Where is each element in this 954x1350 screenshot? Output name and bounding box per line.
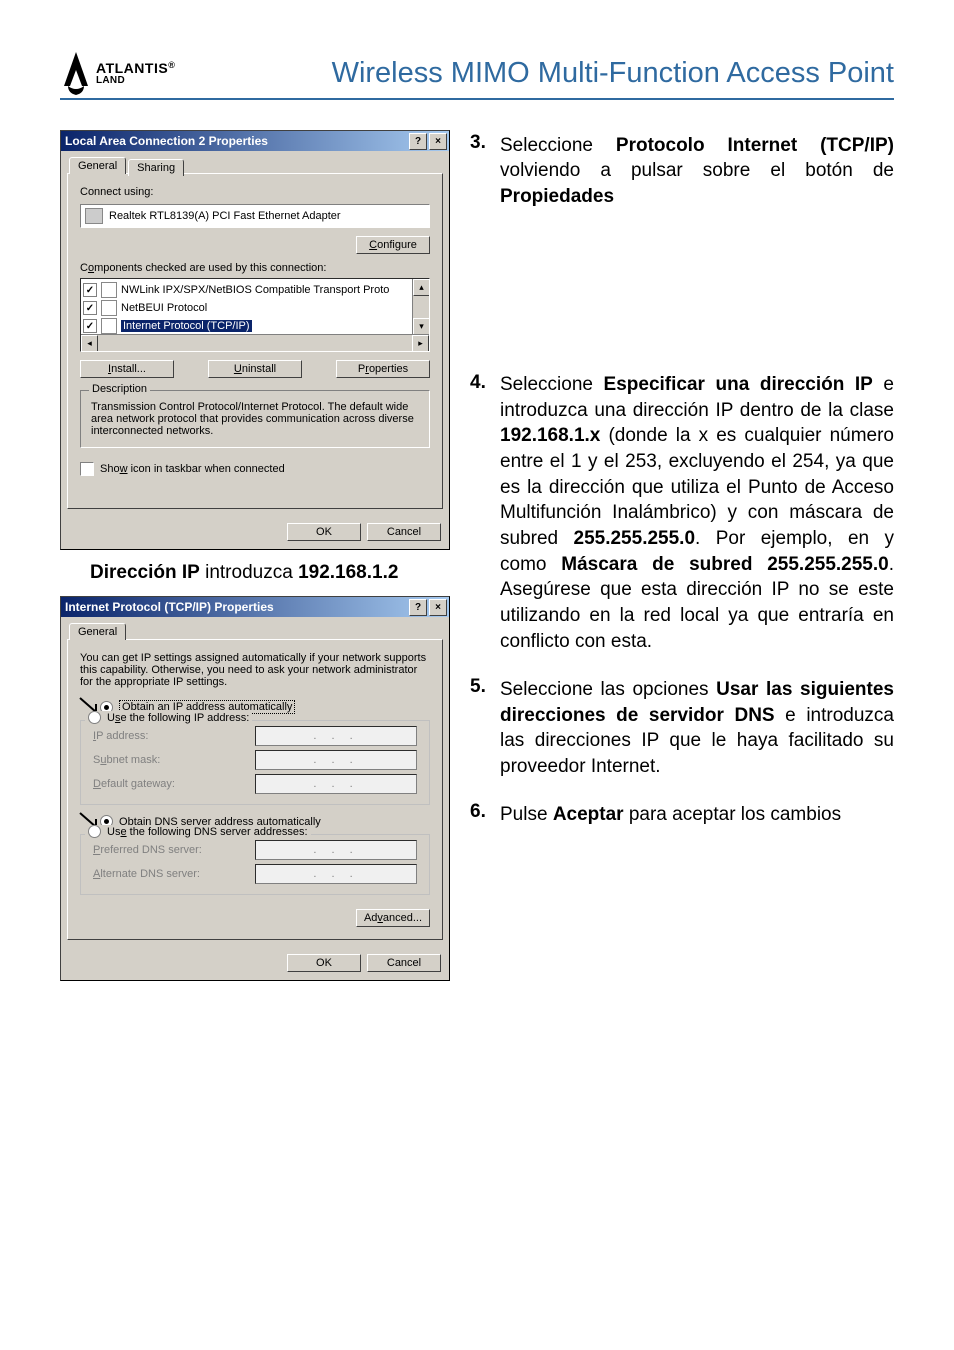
opt-use-dns-label: Use the following DNS server addresses: [107, 826, 308, 838]
ok-button[interactable]: OK [287, 954, 361, 972]
scroll-left-icon[interactable]: ◂ [81, 335, 98, 352]
scrollbar-vertical[interactable]: ▴ ▾ [412, 279, 429, 335]
components-list[interactable]: ✓ NWLink IPX/SPX/NetBIOS Compatible Tran… [80, 278, 430, 352]
gateway-input[interactable]: . . . [255, 774, 417, 794]
opt-use-ip-label: Use the following IP address: [107, 712, 249, 724]
page-title: Wireless MIMO Multi-Function Access Poin… [332, 57, 894, 90]
step-4: 4. Seleccione Especificar una dirección … [470, 370, 894, 655]
pref-dns-input[interactable]: . . . [255, 840, 417, 860]
alt-dns-label: Alternate DNS server: [93, 868, 200, 880]
description-text: Transmission Control Protocol/Internet P… [91, 401, 419, 437]
pref-dns-label: Preferred DNS server: [93, 844, 202, 856]
logo-sub: LAND [96, 75, 175, 86]
tab-general[interactable]: General [69, 157, 126, 174]
component-item[interactable]: ✓ NetBEUI Protocol [83, 299, 427, 317]
alt-dns-input[interactable]: . . . [255, 864, 417, 884]
show-icon-checkbox[interactable] [80, 462, 94, 476]
configure-button[interactable]: CConfigureonfigure [356, 236, 430, 254]
ok-button[interactable]: OK [287, 523, 361, 541]
radio-use-dns[interactable] [88, 825, 101, 838]
ip-address-input[interactable]: . . . [255, 726, 417, 746]
dialog2-title: Internet Protocol (TCP/IP) Properties [65, 600, 274, 614]
logo-main: ATLANTIS [96, 60, 168, 76]
uninstall-button[interactable]: Uninstall [208, 360, 302, 378]
scrollbar-horizontal[interactable]: ◂ ▸ [81, 334, 429, 351]
close-button[interactable]: × [429, 599, 447, 616]
help-button[interactable]: ? [409, 133, 427, 150]
adapter-name: Realtek RTL8139(A) PCI Fast Ethernet Ada… [109, 210, 341, 222]
component-item[interactable]: ✓ NWLink IPX/SPX/NetBIOS Compatible Tran… [83, 281, 427, 299]
connect-using-label: Connect using: [80, 186, 430, 198]
protocol-icon [101, 318, 117, 334]
logo-reg: ® [168, 60, 175, 70]
checkbox-icon[interactable]: ✓ [83, 283, 97, 297]
dialog-connection-properties: Local Area Connection 2 Properties ? × G… [60, 130, 450, 550]
subnet-label: Subnet mask: [93, 754, 160, 766]
step-5: 5. Seleccione las opciones Usar las sigu… [470, 674, 894, 779]
step-6: 6. Pulse Aceptar para aceptar los cambio… [470, 799, 894, 827]
step-3: 3. Seleccione Protocolo Internet (TCP/IP… [470, 130, 894, 210]
description-title: Description [89, 383, 150, 395]
cancel-button[interactable]: Cancel [367, 523, 441, 541]
cancel-button[interactable]: Cancel [367, 954, 441, 972]
tab-sharing[interactable]: Sharing [128, 159, 184, 176]
ip-address-label: IP address: [93, 730, 148, 742]
help-button[interactable]: ? [409, 599, 427, 616]
checkbox-icon[interactable]: ✓ [83, 319, 97, 333]
bridge-text: Dirección IP introduzca 192.168.1.2 [90, 562, 450, 584]
tab-general[interactable]: General [69, 623, 126, 640]
adapter-icon [85, 208, 103, 224]
radio-use-ip[interactable] [88, 711, 101, 724]
close-button[interactable]: × [429, 133, 447, 150]
gateway-label: Default gateway: [93, 778, 175, 790]
components-label: Components checked are used by this conn… [80, 262, 430, 274]
subnet-input[interactable]: . . . [255, 750, 417, 770]
dialog1-title: Local Area Connection 2 Properties [65, 134, 268, 148]
install-button[interactable]: Install... [80, 360, 174, 378]
dialog-tcpip-properties: Internet Protocol (TCP/IP) Properties ? … [60, 596, 450, 981]
show-icon-label: Show icon in taskbar when connected [100, 463, 285, 475]
checkbox-icon[interactable]: ✓ [83, 301, 97, 315]
protocol-icon [101, 300, 117, 316]
advanced-button[interactable]: Advanced... [356, 909, 430, 927]
scroll-down-icon[interactable]: ▾ [413, 318, 430, 335]
tcpip-intro: You can get IP settings assigned automat… [80, 652, 430, 688]
scroll-right-icon[interactable]: ▸ [412, 335, 429, 352]
properties-button[interactable]: Properties [336, 360, 430, 378]
logo: ATLANTIS® LAND [60, 50, 175, 96]
component-item[interactable]: ✓ Internet Protocol (TCP/IP) [83, 317, 427, 335]
protocol-icon [101, 282, 117, 298]
scroll-up-icon[interactable]: ▴ [413, 279, 430, 296]
